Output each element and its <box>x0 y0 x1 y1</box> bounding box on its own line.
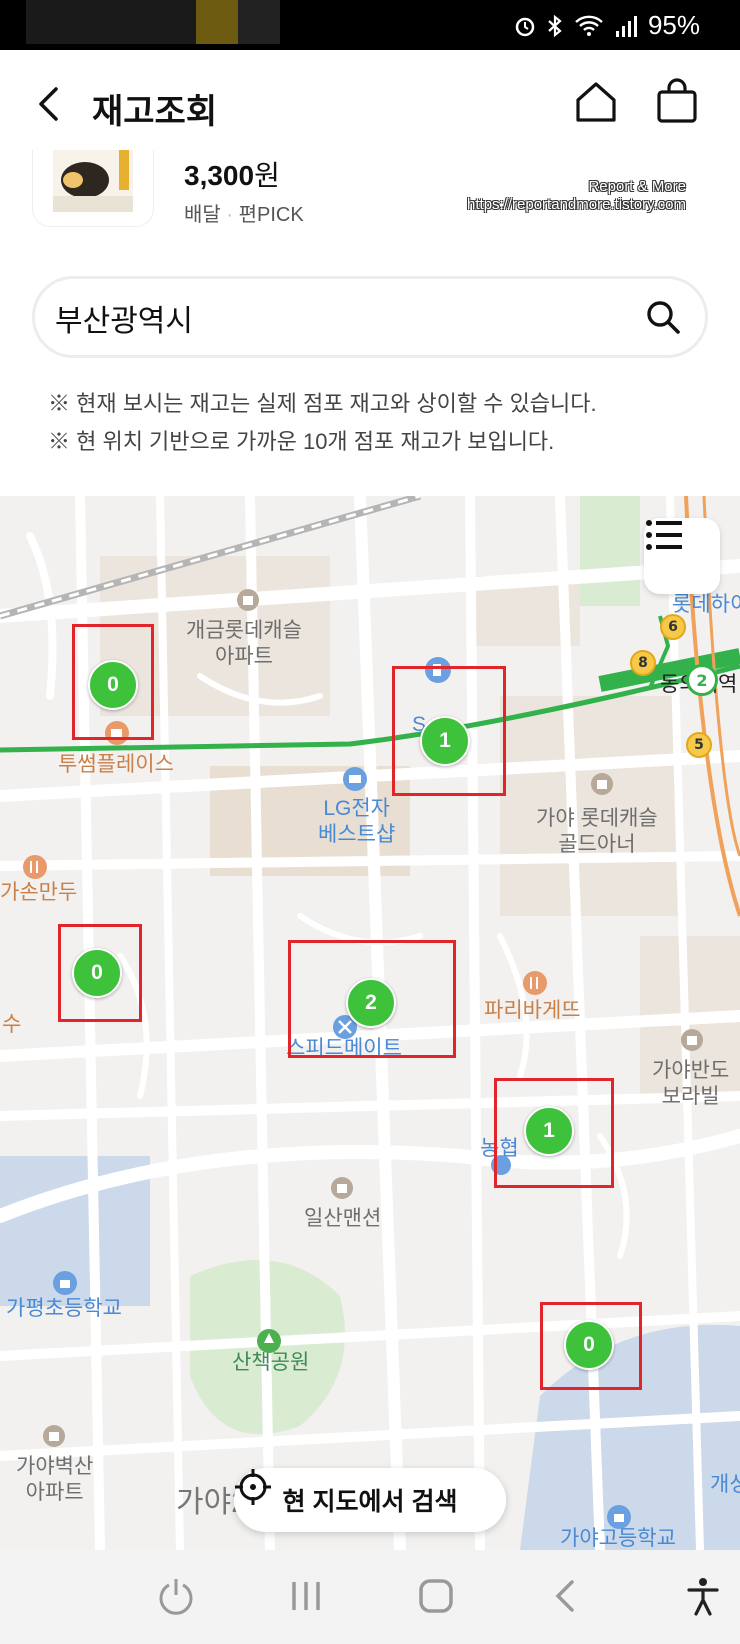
location-notice: ※ 현 위치 기반으로 가까운 10개 점포 재고가 보입니다. <box>48 429 555 454</box>
poi-label: 투썸플레이스 <box>58 753 174 776</box>
search-this-area-button[interactable]: 현 지도에서 검색 <box>234 1468 506 1532</box>
park-icon <box>257 1329 281 1353</box>
system-navigation-bar <box>0 1550 740 1644</box>
product-options: 배달 · 편PICK <box>184 204 304 226</box>
recent-apps-icon[interactable] <box>288 1576 324 1616</box>
battery-level: 95% <box>647 10 700 40</box>
subway-exit-badge: 5 <box>686 732 712 758</box>
watermark: Report & More https://reportandmore.tist… <box>467 178 686 214</box>
apartment-icon <box>681 1029 703 1051</box>
product-price: 3,300원 <box>184 154 280 194</box>
poi-label: 일산맨션 <box>304 1207 382 1230</box>
home-nav-icon[interactable] <box>416 1576 456 1616</box>
wifi-icon <box>575 15 603 36</box>
product-summary: 3,300원 배달 · 편PICK Report & More https://… <box>0 150 740 240</box>
stock-count-pin[interactable]: 2 <box>346 978 396 1028</box>
home-icon[interactable] <box>574 80 618 124</box>
crosshair-icon <box>235 1469 271 1505</box>
poi-label: 가평초등학교 <box>6 1297 122 1320</box>
price-value: 3,300 <box>184 160 255 191</box>
page-title: 재고조회 <box>92 93 218 131</box>
power-icon[interactable] <box>156 1576 196 1616</box>
stock-count-pin[interactable]: 0 <box>564 1320 614 1370</box>
alarm-icon <box>515 17 535 36</box>
apartment-icon <box>237 589 259 611</box>
stock-count-pin[interactable]: 0 <box>88 660 138 710</box>
subway-exit-badge: 6 <box>660 614 686 640</box>
bluetooth-icon <box>548 14 562 37</box>
pick-label: 편PICK <box>238 204 304 226</box>
poi-label: 가야 롯데캐슬 골드아너 <box>536 807 658 856</box>
status-bar: 95% <box>0 0 740 50</box>
subway-exit-badge: 8 <box>630 650 656 676</box>
status-blur-area <box>238 0 280 44</box>
store-map[interactable]: 개금롯데캐슬 아파트 투썸플레이스 LG전자 베스트샵 가야 롯데캐슬 골드아너 가손… <box>0 496 740 1550</box>
stock-count-pin[interactable]: 1 <box>420 716 470 766</box>
poi-label: 가야반도 보라빌 <box>652 1059 730 1108</box>
status-blur-area <box>26 0 196 44</box>
accessibility-icon[interactable] <box>686 1576 720 1616</box>
search-this-area-label: 현 지도에서 검색 <box>282 1488 458 1516</box>
price-currency: 원 <box>254 160 280 191</box>
bakery-icon <box>523 971 547 995</box>
school-icon <box>607 1505 631 1529</box>
apartment-icon <box>331 1177 353 1199</box>
watermark-line: Report & More <box>588 178 686 195</box>
list-view-button[interactable] <box>644 518 720 594</box>
poi-label: 수 <box>2 1013 22 1036</box>
stock-count-pin[interactable]: 1 <box>524 1106 574 1156</box>
header: 재고조회 <box>0 50 740 158</box>
back-nav-icon[interactable] <box>552 1576 580 1616</box>
list-icon <box>646 520 682 550</box>
poi-label: 개성 <box>710 1473 740 1496</box>
apartment-icon <box>591 773 613 795</box>
status-blur-area <box>196 0 238 44</box>
school-icon <box>53 1271 77 1295</box>
product-thumbnail <box>32 150 154 227</box>
search-input[interactable] <box>53 291 617 345</box>
poi-label: 롯데하이 <box>672 593 740 616</box>
stock-notice: ※ 현재 보시는 재고는 실제 점포 재고와 상이할 수 있습니다. <box>48 391 597 416</box>
poi-label: 가야벽산 아파트 <box>16 1455 94 1504</box>
restaurant-icon <box>23 855 47 879</box>
poi-label: LG전자 베스트샵 <box>318 797 396 846</box>
apartment-icon <box>43 1425 65 1447</box>
region-search-box[interactable] <box>32 276 708 358</box>
stock-count-pin[interactable]: 0 <box>72 948 122 998</box>
watermark-line: https://reportandmore.tistory.com <box>467 196 686 213</box>
signal-icon <box>615 15 637 37</box>
poi-label: 파리바게뜨 <box>484 999 581 1022</box>
delivery-label: 배달 <box>184 204 221 226</box>
search-icon[interactable] <box>645 299 681 335</box>
subway-line-badge: 2 <box>686 664 718 696</box>
back-arrow-icon[interactable] <box>36 86 64 122</box>
shopping-icon <box>343 767 367 791</box>
poi-label: 가손만두 <box>0 881 78 904</box>
poi-label: 개금롯데캐슬 아파트 <box>186 619 302 668</box>
shopping-bag-icon[interactable] <box>656 78 698 124</box>
